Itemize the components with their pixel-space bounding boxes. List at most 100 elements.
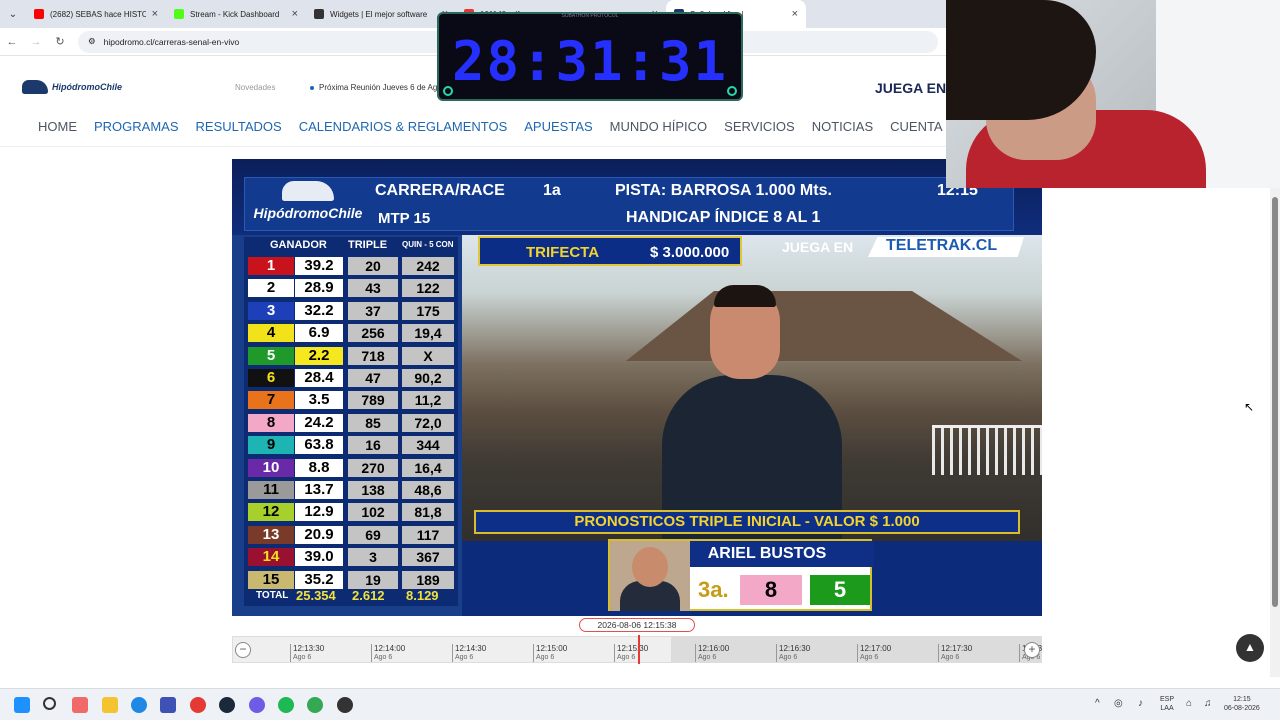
tick-date: Ago 6 [779,654,798,661]
page-scrollbar[interactable] [1270,187,1280,677]
odds-row: 14 39.0 3 367 [244,547,458,567]
tray-chevron-icon[interactable]: ^ [1095,699,1100,709]
file-explorer-icon[interactable] [102,697,118,713]
quin-odds: 367 [402,548,454,567]
timeline-current-time: 2026-08-06 12:15:38 [579,618,695,632]
mtp-label: MTP 15 [378,210,431,227]
pick-second: 5 [810,575,870,605]
tick-date: Ago 6 [536,654,555,661]
tab-title: Stream - Kick Dashboard [190,9,280,19]
timeline-tick: 12:15:00 Ago 6 [533,644,567,662]
network-icon[interactable]: ◎ [1114,699,1123,709]
next-meeting-text: Próxima Reunión Jueves 6 de Ag [319,83,438,92]
quin-odds: 11,2 [402,391,454,410]
nav-item[interactable]: APUESTAS [524,119,592,134]
nav-item[interactable]: SERVICIOS [724,119,795,134]
discord-icon[interactable] [249,697,265,713]
lang-layout: LAA [1160,705,1174,712]
close-tab-icon[interactable]: × [292,8,298,20]
browser-tab[interactable]: (2682) SEBAS hace HISTORIA × [26,0,166,28]
horse-number: 7 [248,391,294,410]
nav-item[interactable]: HOME [38,119,77,134]
playhead[interactable] [638,635,640,664]
nav-item[interactable]: RESULTADOS [196,119,282,134]
horse-number: 2 [248,279,294,298]
language-indicator[interactable]: ESP LAA [1160,695,1174,713]
trifecta-amount: $ 3.000.000 [650,244,730,261]
teletrak-logo: TELETRAK.CL [868,237,1024,257]
spotify-icon[interactable] [278,697,294,713]
handicap-label: HANDICAP ÍNDICE 8 AL 1 [626,209,821,226]
store-icon[interactable] [160,697,176,713]
windows-taskbar: ^ ◎ ♪ ESP LAA ⌂ ♫ 12:15 06-08-2026 [0,688,1280,720]
nav-item[interactable]: CALENDARIOS & REGLAMENTOS [299,119,508,134]
triple-odds: 20 [348,257,398,275]
browser-tab[interactable]: Widgets | El mejor software× [306,0,456,28]
horse-number: 15 [248,570,294,589]
nav-item[interactable]: MUNDO HÍPICO [610,119,708,134]
reload-icon[interactable]: ↻ [48,35,72,48]
zoom-in-icon[interactable]: + [1024,642,1040,658]
corner-ornament-icon [443,86,453,96]
triple-odds: 85 [348,413,398,432]
odds-row: 11 13.7 138 48,6 [244,480,458,500]
triple-header: TRIPLE [348,239,388,251]
nav-item[interactable]: NOTICIAS [812,119,873,134]
tick-date: Ago 6 [860,654,879,661]
site-logo[interactable]: HipódromoChile [22,80,122,94]
chrome-icon[interactable] [190,697,206,713]
triple-odds: 43 [348,279,398,298]
edge-icon[interactable] [131,697,147,713]
close-tab-icon[interactable]: × [152,8,158,20]
quin-odds: 90,2 [402,369,454,387]
reporter-hair [714,285,776,307]
back-icon[interactable]: ← [0,36,24,48]
tab-search-icon[interactable]: ⌄ [0,0,26,28]
forward-icon[interactable]: → [24,36,48,48]
horse-logo-icon [22,80,48,94]
tab-favicon-icon [34,9,44,19]
main-nav: HOME PROGRAMAS RESULTADOS CALENDARIOS & REG… [0,112,946,140]
nav-item[interactable]: CUENTA [890,119,942,134]
quin-odds: 242 [402,257,454,275]
horse-number: 13 [248,525,294,544]
nav-item[interactable]: PROGRAMAS [94,119,179,134]
tick-time: 12:15:00 [536,644,568,653]
trifecta-label: TRIFECTA [526,244,600,261]
obs-icon[interactable] [337,697,353,713]
playback-timeline[interactable]: 12:13:30 Ago 6 12:14:00 Ago 6 12:14:30 Ago 61… [232,635,1042,664]
win-odds: 13.7 [295,481,343,499]
tick-time: 12:14:00 [374,644,406,653]
juega-en-banner[interactable]: JUEGA EN [875,80,946,96]
zoom-out-icon[interactable]: − [235,642,251,658]
horse-number: 8 [248,413,294,432]
triple-odds: 47 [348,369,398,387]
browser-tab[interactable]: Stream - Kick Dashboard × [166,0,306,28]
close-tab-icon[interactable]: × [792,8,798,20]
site-info-icon[interactable]: ⚙ [88,36,96,47]
volume-icon[interactable]: ♫ [1204,699,1212,709]
start-icon[interactable] [14,697,30,713]
timer-label: SUBATHON PROTOCOL [561,13,619,19]
tick-time: 12:15:30 [617,644,649,653]
win-odds: 6.9 [295,324,343,343]
mic-icon[interactable]: ♪ [1138,699,1143,709]
copilot-icon[interactable] [72,697,88,713]
novedades-link[interactable]: Novedades [235,83,275,92]
tick-time: 12:17:00 [860,644,892,653]
wifi-icon[interactable]: ⌂ [1186,699,1192,709]
triple-odds: 718 [348,346,398,365]
clock[interactable]: 12:15 06-08-2026 [1224,695,1260,713]
search-icon[interactable] [43,697,56,710]
live-video-player[interactable]: HipódromoChile CARRERA/RACE 1a PISTA: BA… [232,159,1042,616]
odds-row: 4 6.9 256 19,4 [244,323,458,343]
total-triple: 2.612 [352,588,385,603]
quin-odds: 117 [402,525,454,544]
steam-icon[interactable] [219,697,235,713]
scroll-to-top-icon[interactable]: ▲ [1236,634,1264,662]
tick-date: Ago 6 [293,654,312,661]
scrollbar-thumb[interactable] [1272,197,1278,607]
triple-odds: 270 [348,458,398,477]
next-meeting-ticker[interactable]: Próxima Reunión Jueves 6 de Ag [310,83,437,92]
chrome-profile-icon[interactable] [307,697,323,713]
